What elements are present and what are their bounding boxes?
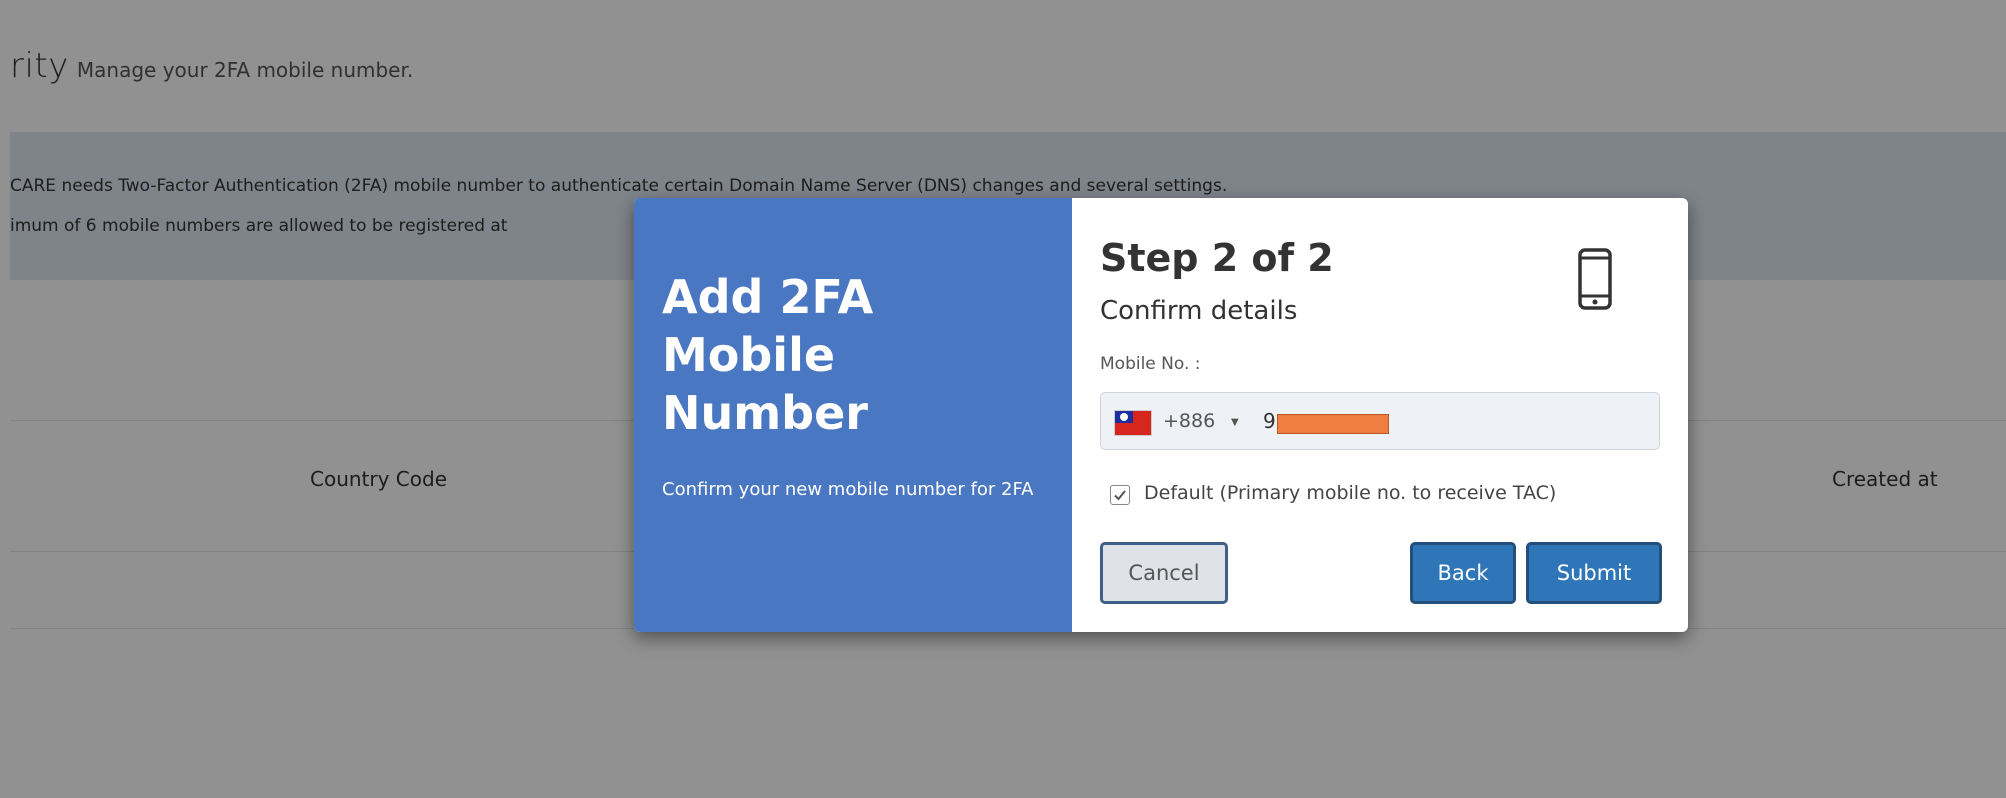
- step-subtitle: Confirm details: [1100, 296, 1298, 326]
- redaction-bar: [1277, 414, 1389, 434]
- add-2fa-modal: Add 2FA Mobile Number Confirm your new m…: [634, 198, 1688, 632]
- modal-title: Add 2FA Mobile Number: [662, 270, 874, 440]
- flag-canton: [1115, 411, 1133, 423]
- dial-code[interactable]: +886: [1163, 410, 1215, 432]
- mobile-number-label: Mobile No. :: [1100, 354, 1201, 374]
- default-checkbox-label[interactable]: Default (Primary mobile no. to receive T…: [1144, 482, 1556, 504]
- default-checkbox[interactable]: [1110, 485, 1130, 505]
- mobile-number-field[interactable]: +886 ▼ 9: [1100, 392, 1660, 450]
- chevron-down-icon[interactable]: ▼: [1231, 417, 1239, 428]
- checkmark-icon: [1114, 490, 1126, 501]
- modal-subtitle: Confirm your new mobile number for 2FA: [662, 479, 1034, 500]
- flag-sun: [1120, 413, 1128, 421]
- mobile-number-value[interactable]: 9: [1263, 409, 1276, 433]
- modal-side-panel: Add 2FA Mobile Number Confirm your new m…: [634, 198, 1072, 632]
- modal-form-panel: Step 2 of 2 Confirm details Mobile No. :…: [1072, 198, 1688, 632]
- submit-button[interactable]: Submit: [1526, 542, 1662, 604]
- mobile-phone-icon: [1578, 248, 1612, 310]
- step-title: Step 2 of 2: [1100, 236, 1334, 280]
- cancel-button[interactable]: Cancel: [1100, 542, 1228, 604]
- taiwan-flag-icon[interactable]: [1115, 411, 1151, 435]
- back-button[interactable]: Back: [1410, 542, 1516, 604]
